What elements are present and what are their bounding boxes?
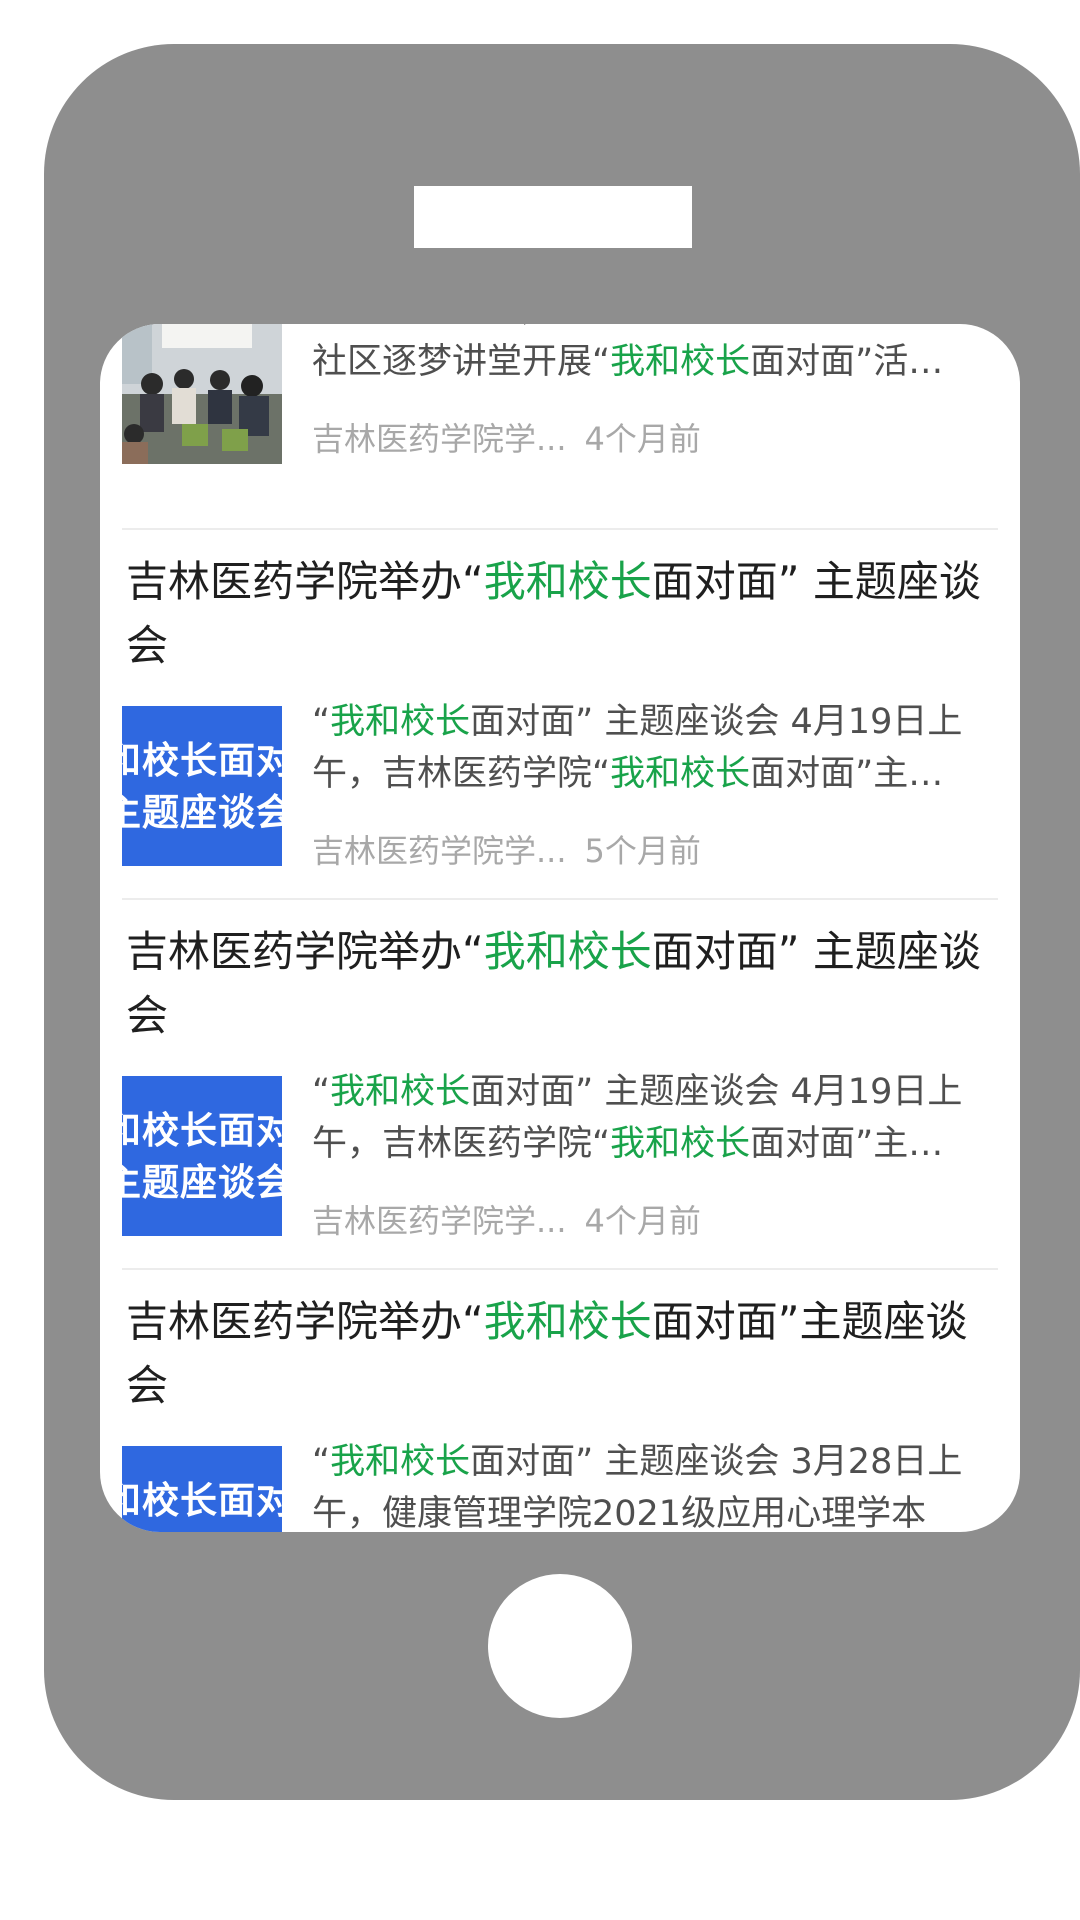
keyword-highlight: 我和校长 — [330, 1072, 471, 1112]
snippet-line: “我和校长面对面” 主题座谈会 4月19日上 — [312, 1066, 1002, 1118]
title-text: 面对面” 主题座谈 — [651, 927, 981, 976]
thumbnail-caption: 和校长面对 — [122, 1479, 282, 1522]
title-text: 吉林医药学院举办“ — [126, 1297, 484, 1346]
home-button[interactable] — [488, 1574, 632, 1718]
snippet-text: 面对面”主… — [750, 754, 944, 794]
list-item[interactable]: 4月10日下午，临床医学院在一站式学生 社区逐梦讲堂开展“我和校长面对面”活… … — [100, 324, 1020, 530]
snippet-line: “我和校长面对面” 主题座谈会 4月19日上 — [312, 696, 1002, 748]
thumbnail-caption: 和校长面对 — [122, 739, 282, 782]
title-text: 面对面”主题座谈 — [651, 1297, 968, 1346]
snippet-text: 面对面” 主题座谈会 4月19日上 — [470, 702, 963, 742]
list-item[interactable]: 吉林医药学院举办“我和校长面对面”主题座谈会 和校长面对 “我和校长面对面” 主… — [100, 1270, 1020, 1532]
result-snippet: “我和校长面对面” 主题座谈会 3月28日上 午，健康管理学院2021级应用心理… — [312, 1436, 1002, 1532]
thumbnail-caption: 和校长面对 — [122, 1109, 282, 1152]
search-results-feed[interactable]: 4月10日下午，临床医学院在一站式学生 社区逐梦讲堂开展“我和校长面对面”活… … — [100, 324, 1020, 1532]
snippet-line: 4月10日下午，临床医学院在一站式学生 — [312, 324, 1002, 336]
snippet-text: 社区逐梦讲堂开展“ — [312, 342, 611, 382]
keyword-highlight: 我和校长 — [330, 702, 471, 742]
snippet-line: 社区逐梦讲堂开展“我和校长面对面”活… — [312, 336, 1002, 388]
title-text: 吉林医药学院举办“ — [126, 927, 484, 976]
result-snippet: “我和校长面对面” 主题座谈会 4月19日上 午，吉林医药学院“我和校长面对面”… — [312, 1066, 1002, 1170]
result-title[interactable]: 吉林医药学院举办“我和校长面对面”主题座谈会 — [126, 1290, 1006, 1418]
snippet-text: “ — [312, 1442, 331, 1482]
keyword-highlight: 我和校长 — [330, 1442, 471, 1482]
result-title[interactable]: 吉林医药学院举办“我和校长面对面” 主题座谈会 — [126, 920, 1006, 1048]
keyword-highlight: 我和校长 — [483, 557, 652, 606]
phone-frame: 4月10日下午，临床医学院在一站式学生 社区逐梦讲堂开展“我和校长面对面”活… … — [44, 44, 1080, 1800]
title-text: 会 — [126, 1361, 169, 1410]
result-time: 4个月前 — [584, 1202, 701, 1240]
meeting-photo — [122, 324, 282, 464]
snippet-line: “我和校长面对面” 主题座谈会 3月28日上 — [312, 1436, 1002, 1488]
result-thumbnail[interactable] — [122, 324, 282, 464]
result-thumbnail[interactable]: 和校长面对 主题座谈会 — [122, 1076, 282, 1236]
snippet-text: “ — [312, 702, 331, 742]
snippet-text: 面对面” 主题座谈会 4月19日上 — [470, 1072, 963, 1112]
list-item[interactable]: 吉林医药学院举办“我和校长面对面” 主题座谈会 和校长面对 主题座谈会 “我和校… — [100, 530, 1020, 900]
snippet-text: 面对面”主… — [750, 1124, 944, 1164]
keyword-highlight: 我和校长 — [610, 1124, 751, 1164]
result-snippet: “我和校长面对面” 主题座谈会 4月19日上 午，吉林医药学院“我和校长面对面”… — [312, 696, 1002, 800]
keyword-highlight: 我和校长 — [483, 927, 652, 976]
snippet-line: 午，健康管理学院2021级应用心理学本 — [312, 1494, 927, 1532]
title-text: 会 — [126, 621, 169, 670]
keyword-highlight: 我和校长 — [483, 1297, 652, 1346]
thumbnail-caption: 主题座谈会 — [122, 1161, 282, 1204]
result-time: 4个月前 — [584, 420, 701, 458]
result-source[interactable]: 吉林医药学院学... — [312, 1202, 567, 1240]
result-title[interactable]: 吉林医药学院举办“我和校长面对面” 主题座谈会 — [126, 550, 1006, 678]
result-source[interactable]: 吉林医药学院学... — [312, 420, 567, 458]
phone-screen[interactable]: 4月10日下午，临床医学院在一站式学生 社区逐梦讲堂开展“我和校长面对面”活… … — [100, 324, 1020, 1532]
keyword-highlight: 我和校长 — [610, 342, 751, 382]
result-source[interactable]: 吉林医药学院学... — [312, 832, 567, 870]
snippet-line: 午，吉林医药学院“我和校长面对面”主… — [312, 1118, 1002, 1170]
result-meta: 吉林医药学院学... 5个月前 — [312, 826, 701, 872]
keyword-highlight: 我和校长 — [610, 754, 751, 794]
list-item[interactable]: 吉林医药学院举办“我和校长面对面” 主题座谈会 和校长面对 主题座谈会 “我和校… — [100, 900, 1020, 1270]
result-thumbnail[interactable]: 和校长面对 主题座谈会 — [122, 706, 282, 866]
speaker-bar — [414, 186, 692, 248]
result-meta: 吉林医药学院学... 4个月前 — [312, 1196, 701, 1242]
snippet-text: 面对面” 主题座谈会 3月28日上 — [470, 1442, 963, 1482]
result-snippet: 4月10日下午，临床医学院在一站式学生 社区逐梦讲堂开展“我和校长面对面”活… — [312, 324, 1002, 388]
title-text: 面对面” 主题座谈 — [651, 557, 981, 606]
snippet-text: “ — [312, 1072, 331, 1112]
snippet-text: 午，吉林医药学院“ — [312, 1124, 611, 1164]
result-thumbnail[interactable]: 和校长面对 — [122, 1446, 282, 1532]
snippet-text: 午，吉林医药学院“ — [312, 754, 611, 794]
thumbnail-caption: 主题座谈会 — [122, 791, 282, 834]
result-meta: 吉林医药学院学... 4个月前 — [312, 414, 701, 460]
snippet-text: 面对面”活… — [750, 342, 944, 382]
result-time: 5个月前 — [584, 832, 701, 870]
title-text: 会 — [126, 991, 169, 1040]
snippet-line: 午，吉林医药学院“我和校长面对面”主… — [312, 748, 1002, 800]
title-text: 吉林医药学院举办“ — [126, 557, 484, 606]
